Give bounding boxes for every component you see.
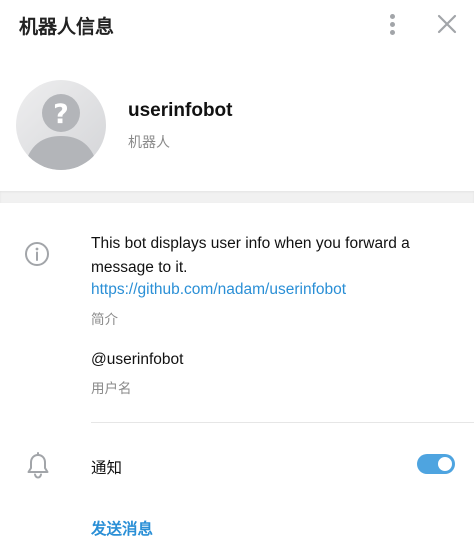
toggle-knob xyxy=(436,455,454,473)
dialog-title: 机器人信息 xyxy=(19,16,115,38)
user-placeholder-icon: ? xyxy=(16,80,106,170)
username-label: 用户名 xyxy=(91,381,132,397)
close-icon xyxy=(437,14,457,34)
info-icon xyxy=(25,242,49,266)
more-vertical-icon-dot xyxy=(389,21,395,27)
profile-section: ? userinfobot 机器人 xyxy=(0,48,474,191)
close-button[interactable] xyxy=(434,11,460,37)
description-label: 简介 xyxy=(91,312,118,328)
bot-subtitle: 机器人 xyxy=(128,135,170,151)
bell-icon xyxy=(27,452,49,479)
bot-username[interactable]: @userinfobot xyxy=(91,351,183,369)
more-vertical-icon xyxy=(389,13,395,19)
description-link[interactable]: https://github.com/nadam/userinfobot xyxy=(91,280,346,300)
avatar[interactable]: ? xyxy=(16,80,106,170)
bot-name: userinfobot xyxy=(128,100,233,121)
section-divider xyxy=(0,191,474,203)
svg-text:?: ? xyxy=(53,99,69,130)
more-options-button[interactable] xyxy=(380,9,404,39)
notifications-toggle[interactable] xyxy=(417,454,455,474)
row-separator xyxy=(91,422,474,423)
more-vertical-icon-dot xyxy=(389,29,395,35)
dialog-header: 机器人信息 xyxy=(0,0,474,48)
send-message-button[interactable]: 发送消息 xyxy=(91,517,153,539)
notifications-label: 通知 xyxy=(91,459,123,477)
bot-description: This bot displays user info when you for… xyxy=(91,235,410,276)
